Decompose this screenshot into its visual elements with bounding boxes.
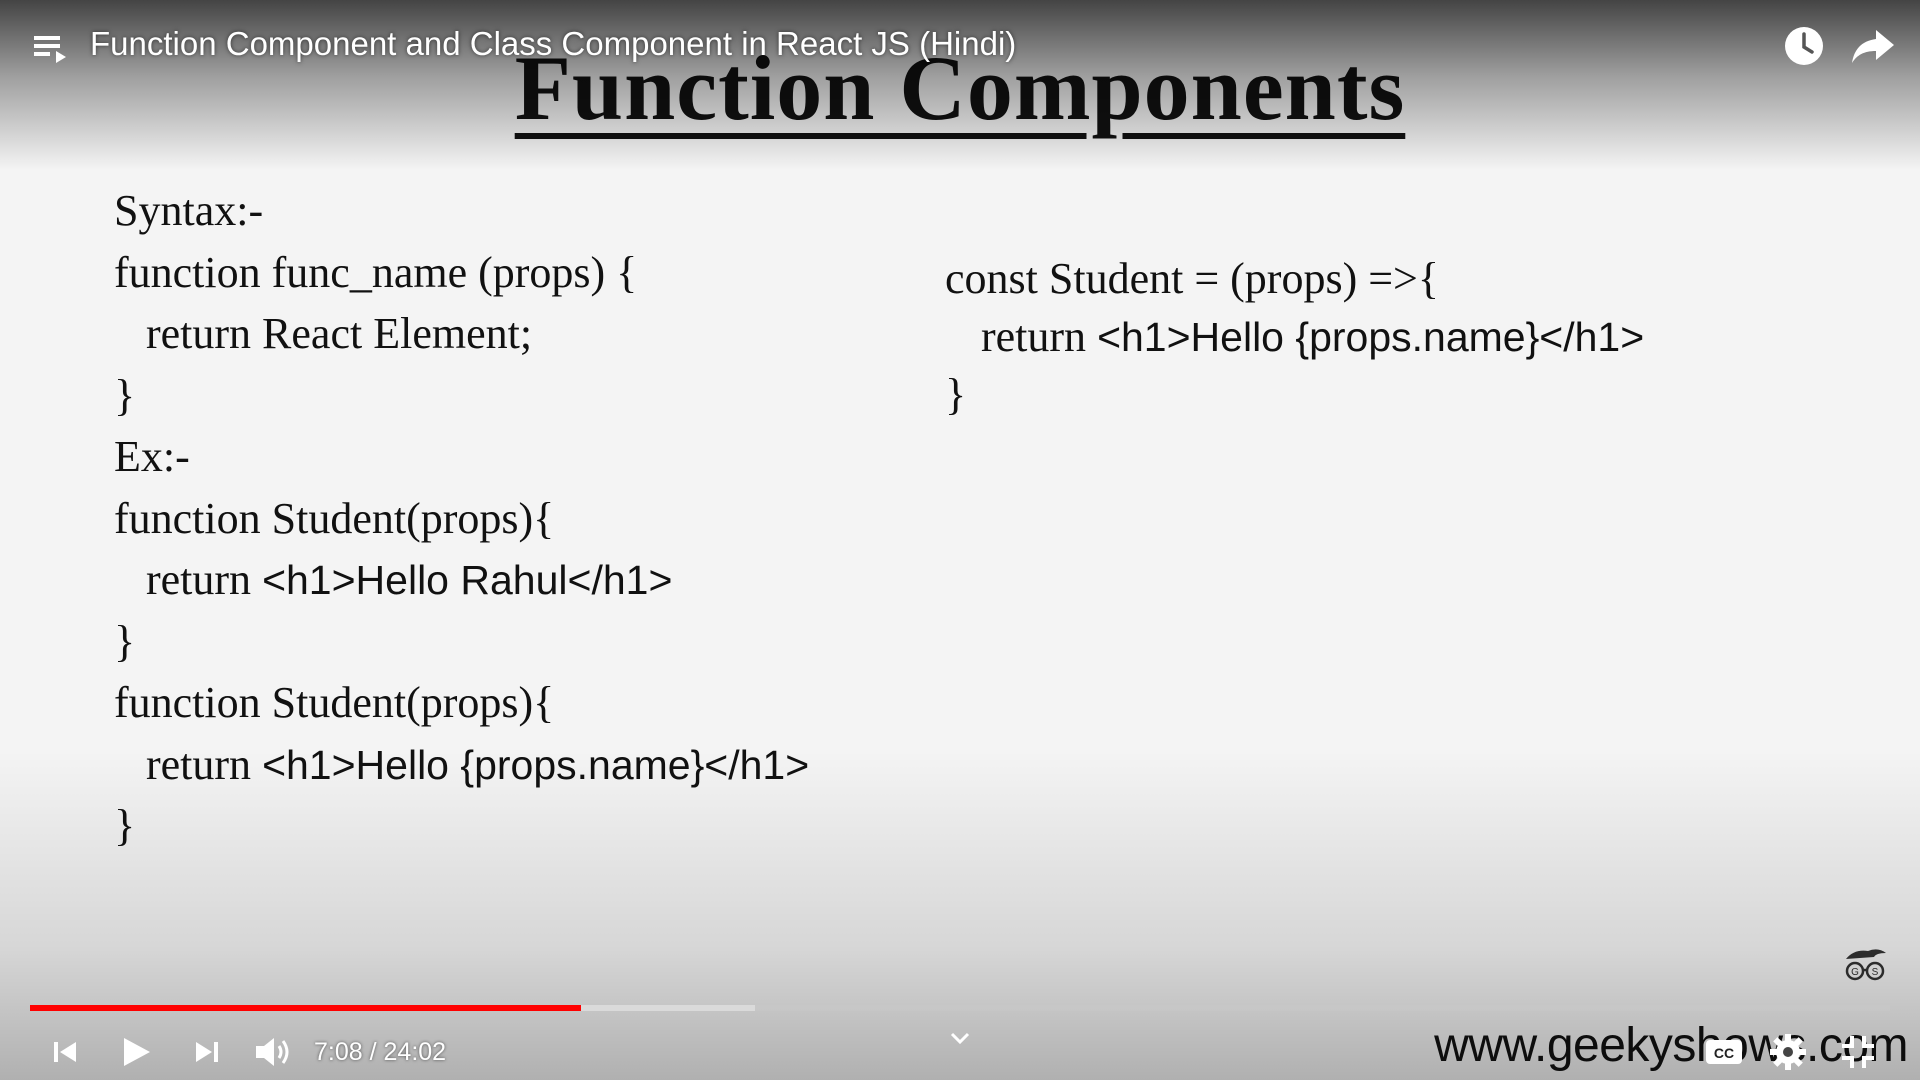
skip-next-icon[interactable] bbox=[184, 1030, 228, 1074]
code-text: Syntax:- bbox=[114, 186, 264, 235]
code-line: } bbox=[114, 365, 809, 427]
play-icon[interactable] bbox=[114, 1030, 158, 1074]
code-keyword: return bbox=[146, 739, 263, 789]
slide-code-right: const Student = (props) =>{ return <h1>He… bbox=[945, 250, 1644, 424]
slide-code-left: Syntax:- function func_name (props) { retu… bbox=[114, 180, 809, 857]
code-text: const Student = (props) =>{ bbox=[945, 254, 1439, 303]
code-line: return <h1>Hello Rahul</h1> bbox=[114, 549, 809, 611]
player-controls: 7:08 / 24:02 CC bbox=[0, 1022, 1920, 1080]
svg-text:S: S bbox=[1872, 967, 1879, 978]
code-line: function func_name (props) { bbox=[114, 242, 809, 304]
time-current: 7:08 bbox=[314, 1038, 363, 1066]
code-keyword: return bbox=[146, 555, 263, 604]
gear-icon[interactable] bbox=[1766, 1030, 1810, 1074]
chevron-down-icon[interactable] bbox=[948, 1028, 972, 1048]
code-text: <h1>Hello Rahul</h1> bbox=[262, 557, 673, 603]
time-total: 24:02 bbox=[383, 1038, 447, 1066]
code-line: Ex:- bbox=[114, 426, 809, 488]
code-line: } bbox=[945, 366, 1644, 424]
share-arrow-icon[interactable] bbox=[1850, 26, 1896, 66]
channel-watermark-icon[interactable]: G S bbox=[1840, 945, 1890, 985]
code-text: } bbox=[114, 370, 136, 420]
code-line: return <h1>Hello {props.name}</h1> bbox=[114, 734, 809, 796]
clock-icon[interactable] bbox=[1782, 24, 1826, 68]
code-text: } bbox=[114, 616, 136, 666]
progress-played bbox=[30, 1005, 581, 1011]
video-player[interactable]: Function Components Syntax:- function fun… bbox=[0, 0, 1920, 1080]
code-text: function func_name (props) { bbox=[114, 247, 638, 297]
code-text: <h1>Hello {props.name}</h1> bbox=[1097, 314, 1645, 360]
code-line: function Student(props){ bbox=[114, 672, 809, 734]
svg-text:G: G bbox=[1851, 967, 1859, 978]
code-line: return <h1>Hello {props.name}</h1> bbox=[945, 308, 1644, 366]
time-separator: / bbox=[362, 1038, 384, 1066]
cc-icon[interactable]: CC bbox=[1702, 1030, 1746, 1074]
code-line: } bbox=[114, 611, 809, 673]
code-text: } bbox=[114, 801, 136, 850]
progress-bar[interactable] bbox=[30, 1005, 1890, 1011]
code-text: return React Element; bbox=[146, 309, 533, 358]
svg-text:CC: CC bbox=[1714, 1045, 1734, 1061]
playlist-icon[interactable] bbox=[30, 30, 72, 66]
code-line: const Student = (props) =>{ bbox=[945, 250, 1644, 308]
exit-fullscreen-icon[interactable] bbox=[1836, 1030, 1880, 1074]
code-text: function Student(props){ bbox=[114, 493, 555, 543]
code-text: <h1>Hello {props.name}</h1> bbox=[262, 741, 810, 788]
code-line: function Student(props){ bbox=[114, 488, 809, 550]
code-text: function Student(props){ bbox=[114, 678, 555, 727]
title-bar: Function Component and Class Component i… bbox=[0, 0, 1920, 90]
video-frame: Function Components Syntax:- function fun… bbox=[0, 0, 1920, 1080]
code-line: return React Element; bbox=[114, 303, 809, 365]
code-text: Ex:- bbox=[114, 432, 190, 481]
time-display: 7:08 / 24:02 bbox=[314, 1037, 446, 1067]
code-text: } bbox=[945, 370, 967, 419]
code-line: Syntax:- bbox=[114, 180, 809, 242]
video-title[interactable]: Function Component and Class Component i… bbox=[90, 24, 1016, 64]
volume-icon[interactable] bbox=[250, 1030, 294, 1074]
code-line: } bbox=[114, 795, 809, 857]
skip-previous-icon[interactable] bbox=[44, 1030, 88, 1074]
code-keyword: return bbox=[981, 312, 1098, 361]
